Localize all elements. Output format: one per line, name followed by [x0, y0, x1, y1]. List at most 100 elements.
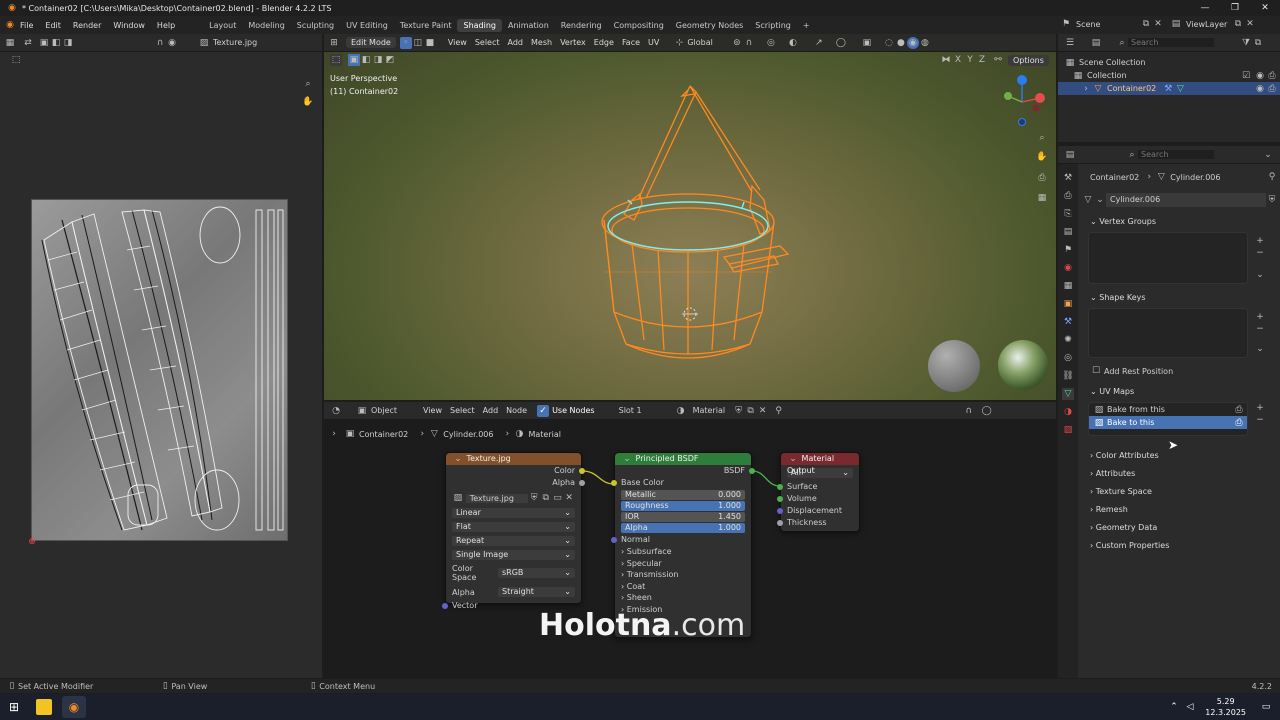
3d-viewport[interactable]: ⊞ Edit Mode ◦ ◫ ■ View Select Add Mesh V… [324, 34, 1056, 400]
socket-thickness[interactable] [777, 520, 783, 526]
material-output-node[interactable]: ⌄ Material Output All ⌄ Surface Volume Di… [777, 452, 860, 532]
projection-select[interactable]: Flat ⌄ [452, 522, 575, 532]
uv-select-mode-2-icon[interactable]: ◧ [50, 37, 62, 49]
delete-view-layer-icon[interactable]: ✕ [1244, 18, 1256, 30]
vertex-groups-list[interactable] [1088, 232, 1248, 284]
vertex-select-icon[interactable]: ◦ [399, 36, 412, 49]
shading-rendered-icon[interactable]: ◍ [919, 37, 931, 49]
collapse-icon[interactable]: ⌄ [452, 453, 464, 465]
ortho-toggle-icon[interactable]: ▦ [1036, 192, 1048, 204]
auto-merge-icon[interactable]: ⚯ [992, 54, 1004, 66]
render-tab-icon[interactable]: ⎙ [1062, 190, 1074, 202]
mirror-x-toggle[interactable]: X [952, 54, 964, 66]
uv-select-mode-3-icon[interactable]: ◨ [62, 37, 74, 49]
uv-tool-icon[interactable]: ⬚ [10, 54, 22, 66]
tab-animation[interactable]: Animation [502, 19, 555, 32]
panel-vertex-groups[interactable]: ⌄ Vertex Groups [1082, 214, 1278, 230]
interpolation-select[interactable]: Linear ⌄ [452, 508, 575, 518]
socket-color[interactable] [579, 468, 585, 474]
speaker-icon[interactable]: ◁ [1184, 701, 1196, 713]
socket-base-color[interactable] [611, 480, 617, 486]
snap-icon[interactable]: ∩ [154, 37, 166, 49]
open-folder-icon[interactable]: ▭ [552, 492, 564, 504]
blender-menu-icon[interactable]: ◉ [4, 19, 16, 31]
panel-color-attributes[interactable]: › Color Attributes [1082, 448, 1278, 464]
edge-select-icon[interactable]: ◫ [412, 37, 424, 49]
options-dropdown[interactable]: Options [1008, 54, 1049, 66]
checkbox-icon[interactable]: ☑ [1240, 70, 1252, 82]
image-browse-icon[interactable]: ▨ [198, 37, 210, 49]
fake-user-icon[interactable]: ⛨ [1266, 194, 1278, 206]
panel-custom-properties[interactable]: › Custom Properties [1082, 538, 1278, 554]
eye-icon[interactable]: ◉ [1254, 70, 1266, 82]
collapse-icon[interactable]: ⌄ [787, 453, 799, 465]
viewport-menu-select[interactable]: Select [471, 37, 504, 48]
fake-user-icon[interactable]: ⛨ [528, 492, 540, 504]
mesh-datablock-name[interactable]: Cylinder.006 [1106, 193, 1266, 207]
texture-tab-icon[interactable]: ▨ [1062, 424, 1074, 436]
eye-icon[interactable]: ◉ [1254, 83, 1266, 95]
menu-window[interactable]: Window [113, 21, 145, 30]
world-tab-icon[interactable]: ◉ [1062, 262, 1074, 274]
navigation-gizmo[interactable] [1000, 74, 1048, 128]
color-space-select[interactable]: sRGB ⌄ [498, 568, 575, 578]
shading-material-icon[interactable]: ◉ [906, 36, 919, 49]
physics-tab-icon[interactable]: ◎ [1062, 352, 1074, 364]
tab-geometry-nodes[interactable]: Geometry Nodes [670, 19, 749, 32]
outliner[interactable]: ☰ ▤ ⌕ Search ⧩ ⧉ ▦ Scene Collection ▦ Co… [1058, 34, 1280, 142]
viewport-menu-add[interactable]: Add [504, 37, 528, 48]
image-datablock[interactable]: Texture.jpg [465, 493, 529, 503]
uv-map-item[interactable]: ▨ Bake from this ⎙ [1089, 403, 1247, 416]
select-extend-icon[interactable]: ◧ [360, 54, 372, 66]
collection-tab-icon[interactable]: ▦ [1062, 280, 1074, 292]
render-camera-icon[interactable]: ⎙ [1233, 404, 1245, 416]
chevron-down-icon[interactable]: ⌄ [1094, 194, 1106, 206]
tab-sculpting[interactable]: Sculpting [291, 19, 340, 32]
delete-scene-icon[interactable]: ✕ [1152, 18, 1164, 30]
editor-type-icon[interactable]: ▤ [1064, 149, 1076, 161]
view-layer-tab-icon[interactable]: ▤ [1062, 226, 1074, 238]
remove-vertex-group-icon[interactable]: − [1254, 247, 1266, 259]
shape-keys-list[interactable] [1088, 308, 1248, 358]
new-scene-icon[interactable]: ⧉ [1140, 18, 1152, 30]
tab-uv-editing[interactable]: UV Editing [340, 19, 394, 32]
mirror-z-toggle[interactable]: Z [976, 54, 988, 66]
chevron-down-icon[interactable]: ⌄ [1262, 149, 1274, 161]
socket-surface[interactable] [777, 484, 783, 490]
shading-wireframe-icon[interactable]: ◌ [883, 37, 895, 49]
xray-icon[interactable]: ▣ [861, 37, 873, 49]
zoom-icon[interactable]: ⌕ [1036, 132, 1048, 144]
image-icon[interactable]: ▨ [452, 492, 464, 504]
output-tab-icon[interactable]: ⎘ [1062, 208, 1074, 220]
tab-modeling[interactable]: Modeling [242, 19, 290, 32]
select-tool-icon[interactable]: ⬚ [330, 54, 342, 66]
panel-texture-space[interactable]: › Texture Space [1082, 484, 1278, 500]
view-layer-name[interactable]: ViewLayer [1186, 20, 1232, 29]
collapse-icon[interactable]: ⌄ [621, 453, 633, 465]
visibility-icon[interactable]: ◐ [787, 37, 799, 49]
pin-icon[interactable]: ⚲ [1266, 171, 1278, 183]
socket-vector[interactable] [442, 603, 448, 609]
viewport-menu-mesh[interactable]: Mesh [527, 37, 556, 48]
add-shape-key-icon[interactable]: + [1254, 311, 1266, 323]
bucket-mesh[interactable] [584, 82, 804, 372]
add-vertex-group-icon[interactable]: + [1254, 235, 1266, 247]
modifier-tab-icon[interactable]: ⚒ [1062, 316, 1074, 328]
tab-rendering[interactable]: Rendering [555, 19, 608, 32]
extension-select[interactable]: Repeat ⌄ [452, 536, 575, 546]
source-select[interactable]: Single Image ⌄ [452, 550, 575, 560]
alpha-field[interactable]: Alpha 1.000 [621, 523, 745, 533]
ior-field[interactable]: IOR 1.450 [621, 512, 745, 522]
subpanel-transmission[interactable]: › Transmission [621, 569, 745, 581]
outliner-search[interactable]: Search [1128, 38, 1214, 47]
menu-file[interactable]: File [20, 21, 33, 30]
render-camera-icon[interactable]: ⎙ [1233, 417, 1245, 429]
snap-icon[interactable]: ∩ [743, 37, 755, 49]
particles-tab-icon[interactable]: ✺ [1062, 334, 1074, 346]
constraints-tab-icon[interactable]: ⛓ [1062, 370, 1074, 382]
add-uv-map-icon[interactable]: + [1254, 402, 1266, 414]
uv-texture-image[interactable] [31, 199, 288, 541]
roughness-field[interactable]: Roughness 1.000 [621, 501, 745, 511]
pan-hand-icon[interactable]: ✋ [302, 96, 314, 108]
select-box-icon[interactable]: ▣ [348, 54, 360, 66]
